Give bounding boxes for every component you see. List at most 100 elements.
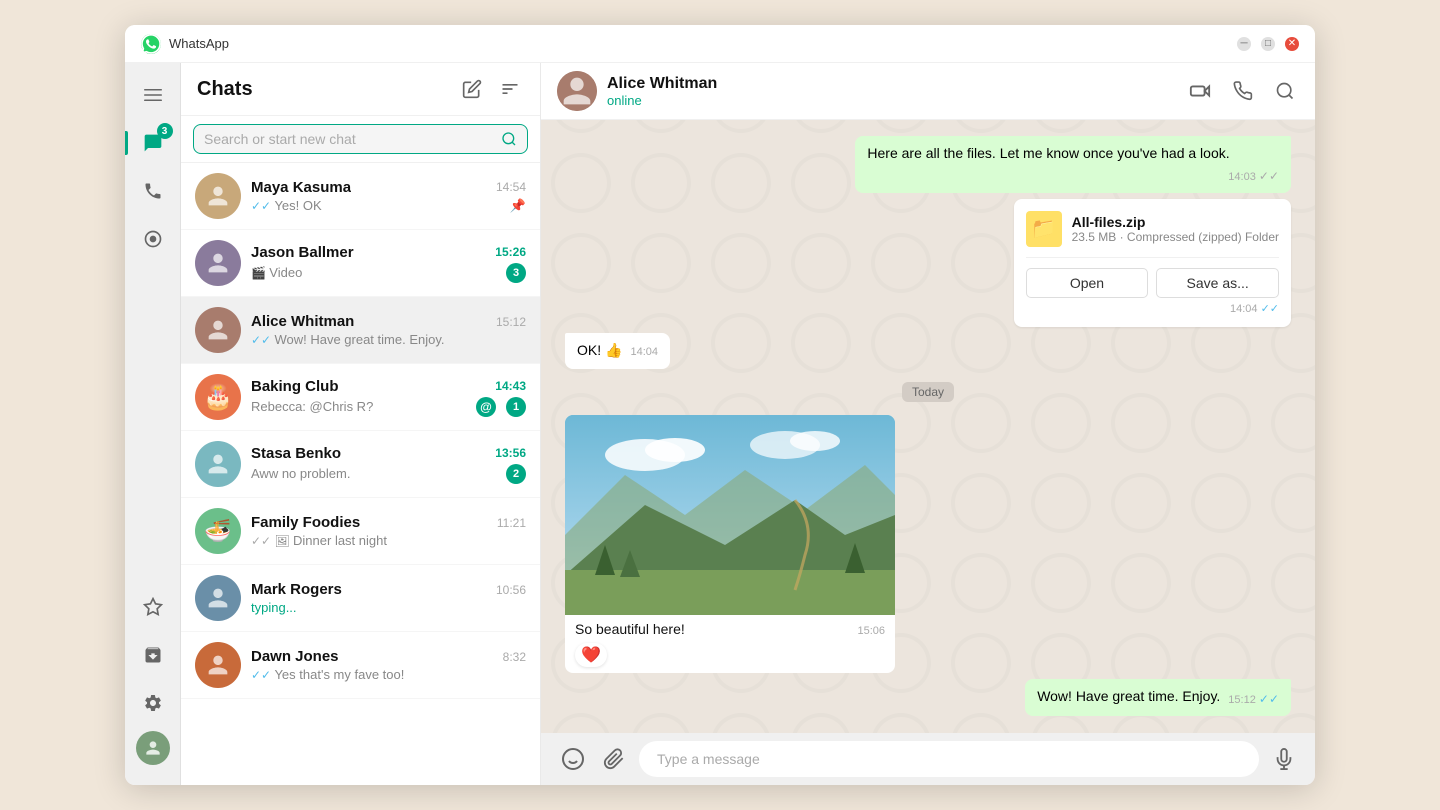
message-text: Here are all the files. Let me know once… — [867, 145, 1229, 161]
photo-image — [565, 415, 895, 615]
chat-header-actions — [1185, 76, 1299, 106]
minimize-button[interactable]: ─ — [1237, 37, 1251, 51]
message-time: 15:12 — [496, 315, 526, 329]
filter-button[interactable] — [496, 75, 524, 103]
file-actions: Open Save as... — [1026, 257, 1279, 298]
message-time: 10:56 — [496, 583, 526, 597]
avatar: 🍜 — [195, 508, 241, 554]
chat-list-header: Chats — [181, 63, 540, 116]
sidebar-settings-icon[interactable] — [133, 683, 173, 723]
message-preview: Rebecca: @Chris R? — [251, 399, 476, 414]
avatar — [195, 575, 241, 621]
avatar — [195, 642, 241, 688]
reaction-emoji: ❤️ — [575, 643, 607, 667]
new-chat-button[interactable] — [458, 75, 486, 103]
unread-badge: 3 — [506, 263, 526, 283]
sidebar-status-icon[interactable] — [133, 219, 173, 259]
file-meta: 23.5 MB · Compressed (zipped) Folder — [1072, 230, 1279, 244]
date-divider: Today — [565, 385, 1291, 399]
contact-name: Stasa Benko — [251, 445, 341, 462]
sidebar-calls-icon[interactable] — [133, 171, 173, 211]
chat-list-title: Chats — [197, 78, 458, 101]
message-preview: Aww no problem. — [251, 466, 500, 481]
avatar — [195, 240, 241, 286]
chat-contact-info[interactable]: Alice Whitman online — [607, 75, 1185, 108]
message-time: 8:32 — [503, 650, 526, 664]
attach-button[interactable] — [599, 744, 629, 774]
contact-name: Alice Whitman — [251, 313, 354, 330]
contact-name: Dawn Jones — [251, 648, 339, 665]
app-title: WhatsApp — [169, 36, 1237, 51]
message-preview: ✓✓ Yes that's my fave too! — [251, 667, 526, 682]
chat-area: Alice Whitman online — [541, 63, 1315, 785]
chats-badge: 3 — [157, 123, 173, 139]
file-name: All-files.zip — [1072, 214, 1279, 230]
list-item[interactable]: 🎂 Baking Club 14:43 Rebecca: @Chris R? @… — [181, 364, 540, 431]
list-item[interactable]: Jason Ballmer 15:26 🎬 Video 3 — [181, 230, 540, 297]
list-item[interactable]: Stasa Benko 13:56 Aww no problem. 2 — [181, 431, 540, 498]
voice-message-button[interactable] — [1269, 744, 1299, 774]
search-bar — [181, 116, 540, 163]
chat-list-actions — [458, 75, 524, 103]
chat-contact-avatar[interactable] — [557, 71, 597, 111]
voice-call-button[interactable] — [1229, 76, 1257, 106]
chat-header: Alice Whitman online — [541, 63, 1315, 120]
message-time: 14:04 — [630, 345, 658, 360]
sidebar-menu-icon[interactable] — [133, 75, 173, 115]
unread-badge: 2 — [506, 464, 526, 484]
message-input[interactable] — [639, 741, 1259, 777]
chat-contact-status: online — [607, 93, 1185, 108]
message-time: 14:43 — [495, 379, 526, 393]
avatar: 🎂 — [195, 374, 241, 420]
search-input-wrap — [193, 124, 528, 154]
save-file-button[interactable]: Save as... — [1156, 268, 1279, 298]
open-file-button[interactable]: Open — [1026, 268, 1149, 298]
message-time: 15:26 — [495, 245, 526, 259]
message-text: OK! 👍 — [577, 342, 622, 358]
window-controls: ─ □ ✕ — [1237, 37, 1299, 51]
avatar — [195, 441, 241, 487]
unread-badge: 1 — [506, 397, 526, 417]
chat-list: Maya Kasuma 14:54 ✓✓ Yes! OK 📌 — [181, 163, 540, 785]
chat-contact-name: Alice Whitman — [607, 75, 1185, 93]
message-time: 14:03 ✓✓ — [1228, 168, 1279, 185]
message-time: 13:56 — [495, 446, 526, 460]
list-item[interactable]: Alice Whitman 15:12 ✓✓ Wow! Have great t… — [181, 297, 540, 364]
pin-icon: 📌 — [510, 198, 526, 214]
photo-message: So beautiful here! 15:06 ❤️ — [565, 415, 895, 673]
my-avatar[interactable] — [136, 731, 170, 765]
list-item[interactable]: Dawn Jones 8:32 ✓✓ Yes that's my fave to… — [181, 632, 540, 699]
message-time: 11:21 — [497, 516, 526, 530]
search-messages-button[interactable] — [1271, 76, 1299, 106]
contact-name: Baking Club — [251, 378, 339, 395]
title-bar: WhatsApp ─ □ ✕ — [125, 25, 1315, 63]
sidebar-chats-icon[interactable]: 3 — [133, 123, 173, 163]
emoji-button[interactable] — [557, 743, 589, 775]
list-item[interactable]: Maya Kasuma 14:54 ✓✓ Yes! OK 📌 — [181, 163, 540, 230]
contact-name: Family Foodies — [251, 514, 360, 531]
message-preview: ✓✓ Wow! Have great time. Enjoy. — [251, 332, 526, 347]
message-preview: 🎬 Video — [251, 265, 500, 280]
sidebar-bottom — [133, 587, 173, 773]
message-bubble: Wow! Have great time. Enjoy. 15:12 ✓✓ — [1025, 679, 1291, 716]
maximize-button[interactable]: □ — [1261, 37, 1275, 51]
file-message: 📁 All-files.zip 23.5 MB · Compressed (zi… — [1014, 199, 1291, 327]
sidebar-archive-icon[interactable] — [133, 635, 173, 675]
message-preview: typing... — [251, 600, 526, 615]
list-item[interactable]: 🍜 Family Foodies 11:21 ✓✓ 🖼 Dinner last … — [181, 498, 540, 565]
list-item[interactable]: Mark Rogers 10:56 typing... — [181, 565, 540, 632]
avatar — [195, 307, 241, 353]
video-call-button[interactable] — [1185, 76, 1215, 106]
mention-badge: @ — [476, 397, 496, 417]
avatar — [195, 173, 241, 219]
close-button[interactable]: ✕ — [1285, 37, 1299, 51]
search-icon — [501, 131, 517, 147]
contact-name: Maya Kasuma — [251, 179, 351, 196]
contact-name: Mark Rogers — [251, 581, 342, 598]
sidebar: 3 — [125, 63, 181, 785]
message-text: Wow! Have great time. Enjoy. — [1037, 688, 1220, 704]
app-window: WhatsApp ─ □ ✕ 3 — [125, 25, 1315, 785]
sidebar-starred-icon[interactable] — [133, 587, 173, 627]
chat-list-panel: Chats — [181, 63, 541, 785]
search-input[interactable] — [204, 131, 501, 147]
